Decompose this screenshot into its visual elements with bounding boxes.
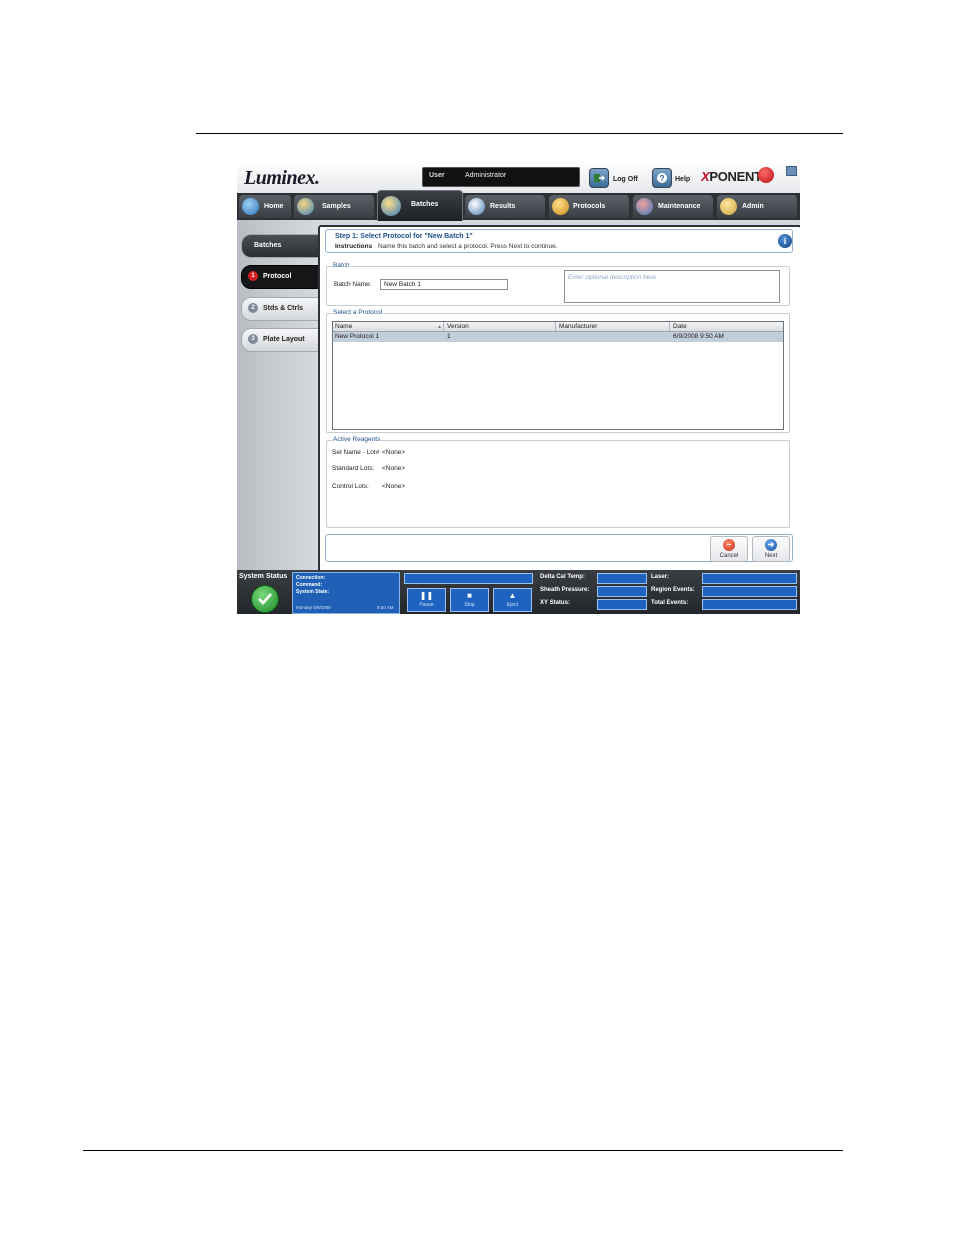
delta-cal-temp-value <box>597 573 647 584</box>
connection-label: Connection: <box>296 575 326 581</box>
user-label: User <box>429 172 445 179</box>
luminex-logo: Luminex. <box>244 167 320 189</box>
sort-indicator-icon: ▲ <box>437 324 442 330</box>
laser-value <box>702 573 797 584</box>
system-state-label: System State: <box>296 589 330 595</box>
pause-icon: ❚❚ <box>419 591 434 600</box>
status-time: 9:50 AM <box>377 605 394 610</box>
protocol-name-cell: New Protocol 1 <box>335 333 380 340</box>
xponent-window: Luminex. User Administrator Log Off ? He… <box>237 163 800 614</box>
status-date: Monday 6/9/2008 <box>296 605 331 610</box>
help-button[interactable]: Help <box>675 176 690 183</box>
page-top-rule <box>196 133 843 134</box>
next-arrow-icon: ➜ <box>765 539 777 551</box>
batch-step-sidebar: Batches 1 Protocol 2 Stds & Ctrls 3 Plat… <box>237 220 319 570</box>
select-protocol-label: Select a Protocol <box>332 309 384 316</box>
xponent-logo-dot <box>758 167 774 183</box>
logoff-icon[interactable] <box>589 168 609 188</box>
cancel-button[interactable]: − Cancel <box>710 536 748 562</box>
tab-admin[interactable]: Admin <box>717 195 797 218</box>
status-info-panel: Connection: Command: System State: Monda… <box>292 572 400 614</box>
region-events-label: Region Events: <box>651 587 695 593</box>
batch-name-label: Batch Name: <box>334 281 372 288</box>
control-lots-value: <None> <box>382 483 406 490</box>
region-events-value <box>702 586 797 597</box>
column-version[interactable]: Version <box>447 323 469 330</box>
next-button[interactable]: ➜ Next <box>752 536 790 562</box>
help-icon[interactable]: ? <box>652 168 672 188</box>
batch-name-input[interactable]: New Batch 1 <box>380 279 508 290</box>
protocol-table-header: Name ▲ Version Manufacturer Date <box>333 322 783 332</box>
home-icon <box>242 198 259 215</box>
set-name-label: Set Name - Lot# <box>332 449 380 456</box>
admin-icon <box>720 198 737 215</box>
cancel-icon: − <box>723 539 735 551</box>
column-name[interactable]: Name <box>335 323 352 330</box>
sheath-pressure-value <box>597 586 647 597</box>
instructions-label: Instructions <box>335 243 373 250</box>
table-row[interactable]: New Protocol 1 1 6/9/2008 9:50 AM <box>333 332 783 342</box>
active-reagents-label: Active Reagents <box>332 436 382 443</box>
sheath-pressure-label: Sheath Pressure: <box>540 587 590 593</box>
batch-group-label: Batch <box>332 262 351 269</box>
samples-icon <box>297 198 314 215</box>
eject-button[interactable]: ▲ Eject <box>493 588 532 612</box>
standard-lots-value: <None> <box>382 465 406 472</box>
protocol-table: Name ▲ Version Manufacturer Date New Pro… <box>332 321 784 430</box>
step-header: Step 1: Select Protocol for "New Batch 1… <box>325 229 793 253</box>
protocol-version-cell: 1 <box>447 333 451 340</box>
protocols-icon <box>552 198 569 215</box>
total-events-value <box>702 599 797 610</box>
total-events-label: Total Events: <box>651 600 689 606</box>
batches-icon <box>381 196 401 216</box>
xy-status-value <box>597 599 647 610</box>
protocol-step-panel: Step 1: Select Protocol for "New Batch 1… <box>318 225 800 573</box>
stop-icon: ■ <box>467 591 472 600</box>
info-icon[interactable]: i <box>778 234 792 248</box>
eject-icon: ▲ <box>508 591 517 600</box>
results-icon <box>468 198 485 215</box>
run-progress-bar <box>404 573 533 584</box>
xponent-logo: XPONENT <box>701 169 762 184</box>
user-value: Administrator <box>465 172 507 179</box>
delta-cal-temp-label: Delta Cal Temp: <box>540 574 585 580</box>
page-bottom-rule <box>83 1150 843 1151</box>
sidebar-item-batches[interactable]: Batches <box>241 234 319 258</box>
laser-label: Laser: <box>651 574 670 580</box>
control-lots-label: Control Lots: <box>332 483 369 490</box>
tab-samples[interactable]: Samples <box>294 195 374 218</box>
instructions-text: Name this batch and select a protocol. P… <box>378 243 558 250</box>
pause-button[interactable]: ❚❚ Pause <box>407 588 446 612</box>
logoff-button[interactable]: Log Off <box>613 176 638 183</box>
system-status-title: System Status <box>239 573 288 580</box>
xy-status-label: XY Status: <box>540 600 570 606</box>
tab-results[interactable]: Results <box>465 195 545 218</box>
status-ok-check-icon[interactable] <box>251 585 279 613</box>
main-tab-bar: Home Samples Batches Results Protocols M… <box>237 190 800 221</box>
step-title: Step 1: Select Protocol for "New Batch 1… <box>335 233 473 240</box>
action-bar: − Cancel ➜ Next <box>325 534 793 562</box>
user-box: User Administrator <box>422 167 580 187</box>
column-manufacturer[interactable]: Manufacturer <box>559 323 597 330</box>
sidebar-item-plate-layout[interactable]: 3 Plate Layout <box>241 328 319 352</box>
window-restore-button[interactable] <box>786 166 797 176</box>
sidebar-item-protocol[interactable]: 1 Protocol <box>241 265 319 289</box>
system-status-bar: System Status Connection: Command: Syste… <box>237 570 800 614</box>
stop-button[interactable]: ■ Stop <box>450 588 489 612</box>
set-name-value: <None> <box>382 449 406 456</box>
tab-protocols[interactable]: Protocols <box>549 195 629 218</box>
svg-text:?: ? <box>660 174 665 183</box>
command-label: Command: <box>296 582 323 588</box>
tab-maintenance[interactable]: Maintenance <box>633 195 713 218</box>
batch-description-input[interactable]: Enter optional description here <box>564 270 780 303</box>
column-date[interactable]: Date <box>673 323 687 330</box>
tab-batches[interactable]: Batches <box>377 190 463 221</box>
maintenance-icon <box>636 198 653 215</box>
standard-lots-label: Standard Lots: <box>332 465 375 472</box>
top-bar: Luminex. User Administrator Log Off ? He… <box>237 163 800 193</box>
protocol-date-cell: 6/9/2008 9:50 AM <box>673 333 724 340</box>
tab-home[interactable]: Home <box>239 195 291 218</box>
sidebar-item-stds-ctrls[interactable]: 2 Stds & Ctrls <box>241 297 319 321</box>
